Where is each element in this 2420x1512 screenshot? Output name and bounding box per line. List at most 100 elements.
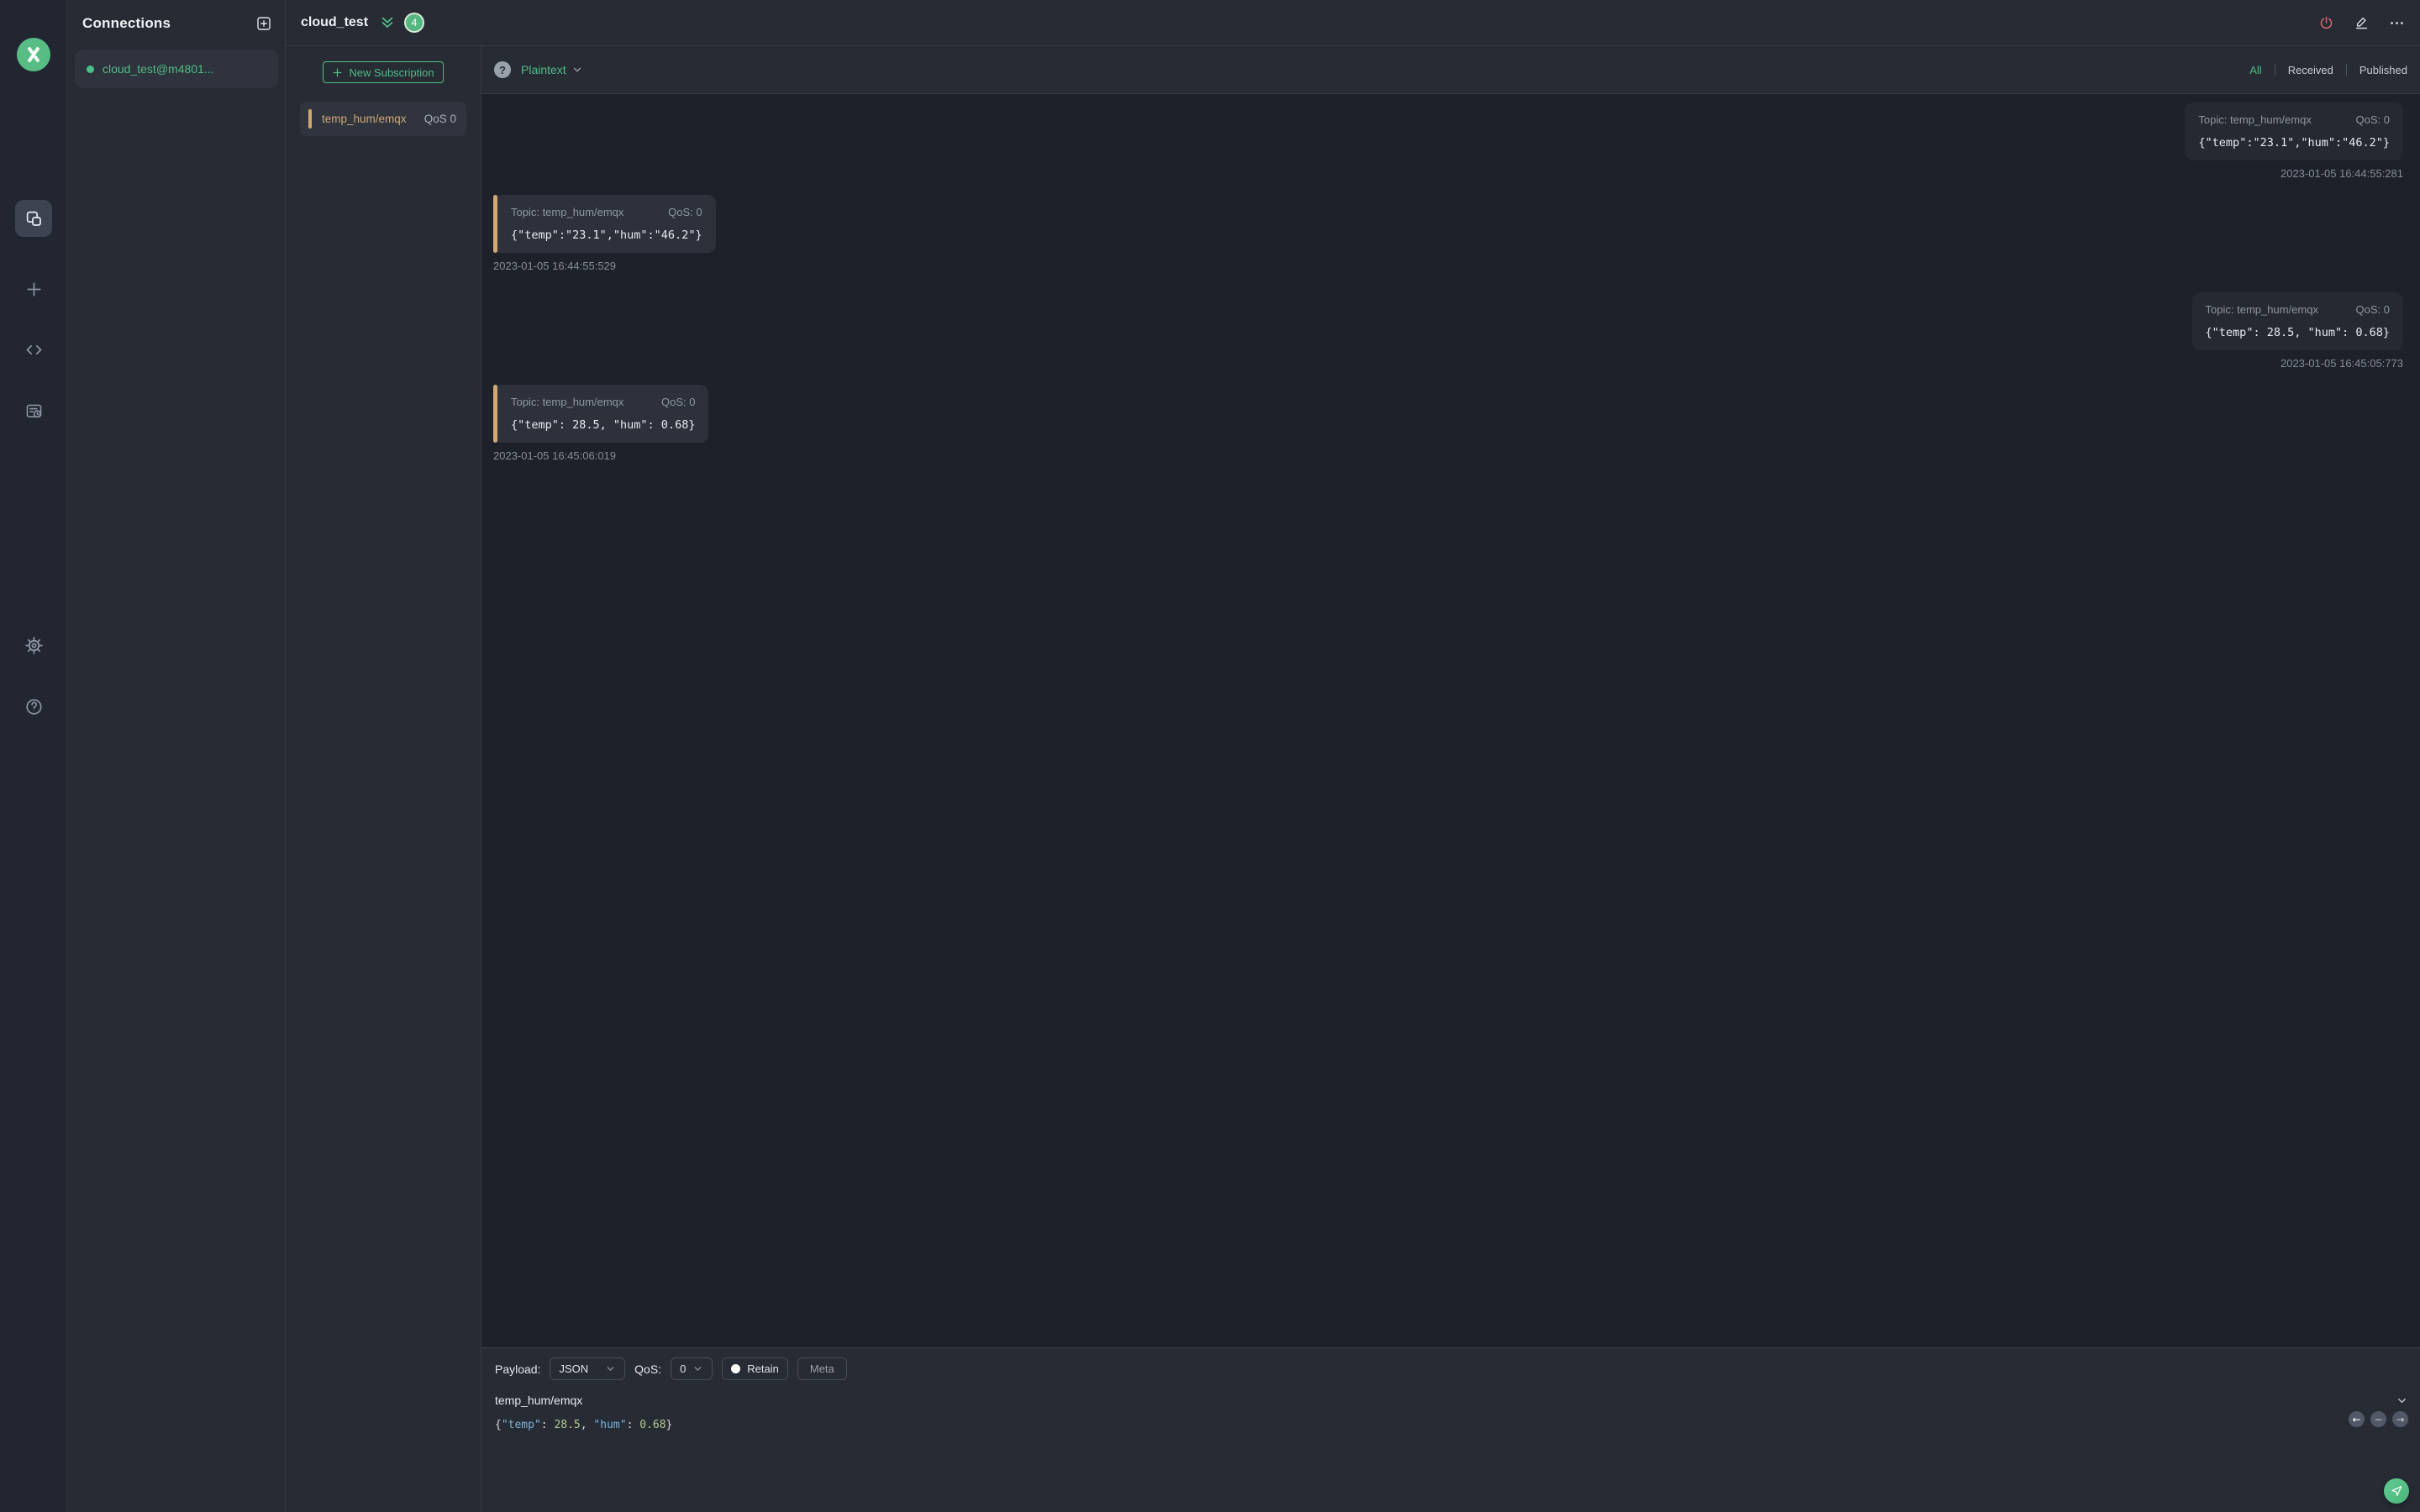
payload-token: , — [580, 1419, 594, 1431]
published-message: Topic: temp_hum/emqx QoS: 0 {"temp":"23.… — [2185, 102, 2403, 180]
main-area: ? Plaintext All Received Published Topic… — [481, 46, 2420, 1512]
received-message: Topic: temp_hum/emqx QoS: 0 {"temp":"23.… — [493, 195, 716, 272]
chevron-down-icon — [573, 67, 581, 72]
ellipsis-icon — [2390, 21, 2403, 24]
sidebar-item-help[interactable] — [15, 688, 52, 725]
mqttx-logo[interactable] — [17, 38, 50, 71]
tab-received[interactable]: Received — [2288, 64, 2333, 76]
payload-token: "temp" — [501, 1419, 541, 1431]
subscription-topic: temp_hum/emqx — [322, 113, 407, 125]
payload-type-select[interactable]: JSON — [550, 1357, 626, 1380]
published-message: Topic: temp_hum/emqx QoS: 0 {"temp": 28.… — [2191, 292, 2403, 370]
history-nav: ← − → — [2349, 1411, 2408, 1427]
tab-divider — [2345, 64, 2347, 76]
history-back-button[interactable]: ← — [2349, 1411, 2365, 1427]
connections-icon — [24, 209, 44, 228]
history-forward-button[interactable]: → — [2392, 1411, 2408, 1427]
qos-value: 0 — [680, 1362, 687, 1375]
message-qos: QoS: 0 — [2355, 303, 2390, 316]
log-icon — [24, 402, 44, 421]
message-payload: {"temp":"23.1","hum":"46.2"} — [2198, 136, 2390, 150]
sidebar-item-settings[interactable] — [15, 627, 52, 664]
sidebar-item-new-connection[interactable] — [15, 270, 52, 307]
message-qos: QoS: 0 — [2355, 113, 2390, 126]
payload-token: } — [666, 1419, 673, 1431]
topic-input-row: temp_hum/emqx — [481, 1380, 2420, 1407]
message-timestamp: 2023-01-05 16:44:55:281 — [2280, 167, 2403, 180]
payload-format-help-icon[interactable]: ? — [494, 61, 511, 78]
send-plane-icon — [2391, 1486, 2402, 1496]
tab-all[interactable]: All — [2249, 64, 2261, 76]
tab-published[interactable]: Published — [2360, 64, 2407, 76]
subscriptions-panel: New Subscription temp_hum/emqx QoS 0 — [286, 46, 481, 1512]
message-topic: Topic: temp_hum/emqx — [511, 396, 624, 408]
plus-icon — [24, 280, 44, 299]
message-bubble[interactable]: Topic: temp_hum/emqx QoS: 0 {"temp":"23.… — [2185, 102, 2403, 160]
collapse-messages-button[interactable] — [379, 14, 396, 31]
payload-format-value: Plaintext — [521, 63, 566, 76]
subscription-qos: QoS 0 — [424, 113, 456, 125]
publish-toolbar: Payload: JSON QoS: 0 Retain Meta — [481, 1348, 2420, 1380]
payload-token: 28.5 — [554, 1419, 581, 1431]
payload-type-value: JSON — [559, 1362, 589, 1375]
code-icon — [24, 340, 44, 360]
retain-label: Retain — [747, 1362, 779, 1375]
history-clear-button[interactable]: − — [2370, 1411, 2386, 1427]
edit-connection-button[interactable] — [2353, 14, 2370, 31]
qos-select[interactable]: 0 — [671, 1357, 713, 1380]
message-bubble[interactable]: Topic: temp_hum/emqx QoS: 0 {"temp": 28.… — [493, 385, 709, 443]
message-filter-bar: ? Plaintext All Received Published — [481, 46, 2420, 94]
meta-button[interactable]: Meta — [797, 1357, 847, 1380]
connection-title: cloud_test — [301, 15, 369, 29]
message-bubble[interactable]: Topic: temp_hum/emqx QoS: 0 {"temp":"23.… — [493, 195, 716, 253]
sidebar-item-script[interactable] — [15, 331, 52, 368]
help-icon — [24, 697, 44, 717]
topic-input[interactable]: temp_hum/emqx — [495, 1394, 582, 1407]
message-payload: {"temp":"23.1","hum":"46.2"} — [511, 228, 702, 242]
sidebar-item-log[interactable] — [15, 392, 52, 429]
retain-toggle[interactable]: Retain — [722, 1357, 788, 1380]
plus-square-icon — [255, 15, 272, 32]
payload-format-select[interactable]: Plaintext — [521, 63, 583, 76]
disconnect-button[interactable] — [2317, 14, 2334, 31]
gear-icon — [24, 636, 44, 655]
chevron-down-icon — [694, 1367, 702, 1371]
new-subscription-label: New Subscription — [349, 66, 434, 79]
message-qos: QoS: 0 — [668, 206, 702, 218]
payload-token: { — [495, 1419, 502, 1431]
qos-label: QoS: — [634, 1362, 662, 1376]
new-collection-button[interactable] — [255, 15, 272, 32]
message-list[interactable]: Topic: temp_hum/emqx QoS: 0 {"temp":"23.… — [481, 94, 2420, 1347]
connections-panel: Connections cloud_test@m4801... — [67, 0, 286, 1512]
connection-name: cloud_test@m4801... — [103, 62, 214, 76]
message-timestamp: 2023-01-05 16:44:55:529 — [493, 260, 617, 272]
send-button[interactable] — [2384, 1478, 2409, 1504]
sidebar-item-connections[interactable] — [15, 200, 52, 237]
meta-label: Meta — [809, 1362, 834, 1375]
double-chevron-down-icon — [381, 17, 393, 28]
subscription-color-bar — [308, 109, 312, 129]
payload-token: 0.68 — [639, 1419, 666, 1431]
message-type-tabs: All Received Published — [2249, 64, 2407, 76]
subscription-item[interactable]: temp_hum/emqx QoS 0 — [300, 102, 466, 136]
message-bubble[interactable]: Topic: temp_hum/emqx QoS: 0 {"temp": 28.… — [2191, 292, 2403, 350]
message-topic: Topic: temp_hum/emqx — [511, 206, 624, 218]
connections-title: Connections — [82, 15, 171, 31]
payload-token: "hum" — [593, 1419, 627, 1431]
connection-item[interactable]: cloud_test@m4801... — [75, 50, 278, 88]
expand-editor-button[interactable] — [2396, 1394, 2408, 1407]
retain-dot-icon — [731, 1364, 741, 1373]
chevron-down-icon — [2398, 1398, 2406, 1403]
new-subscription-button[interactable]: New Subscription — [323, 61, 444, 83]
message-count-badge: 4 — [406, 14, 424, 31]
message-qos: QoS: 0 — [660, 396, 696, 408]
edit-pencil-icon — [2355, 17, 2367, 29]
payload-editor[interactable]: {"temp": 28.5, "hum": 0.68} — [481, 1407, 2420, 1431]
power-icon — [2320, 16, 2332, 29]
message-payload: {"temp": 28.5, "hum": 0.68} — [511, 418, 696, 432]
message-timestamp: 2023-01-05 16:45:05:773 — [2280, 357, 2403, 370]
more-options-button[interactable] — [2388, 14, 2405, 31]
message-payload: {"temp": 28.5, "hum": 0.68} — [2205, 326, 2390, 339]
app-sidebar — [0, 0, 67, 1512]
received-message: Topic: temp_hum/emqx QoS: 0 {"temp": 28.… — [493, 385, 709, 462]
